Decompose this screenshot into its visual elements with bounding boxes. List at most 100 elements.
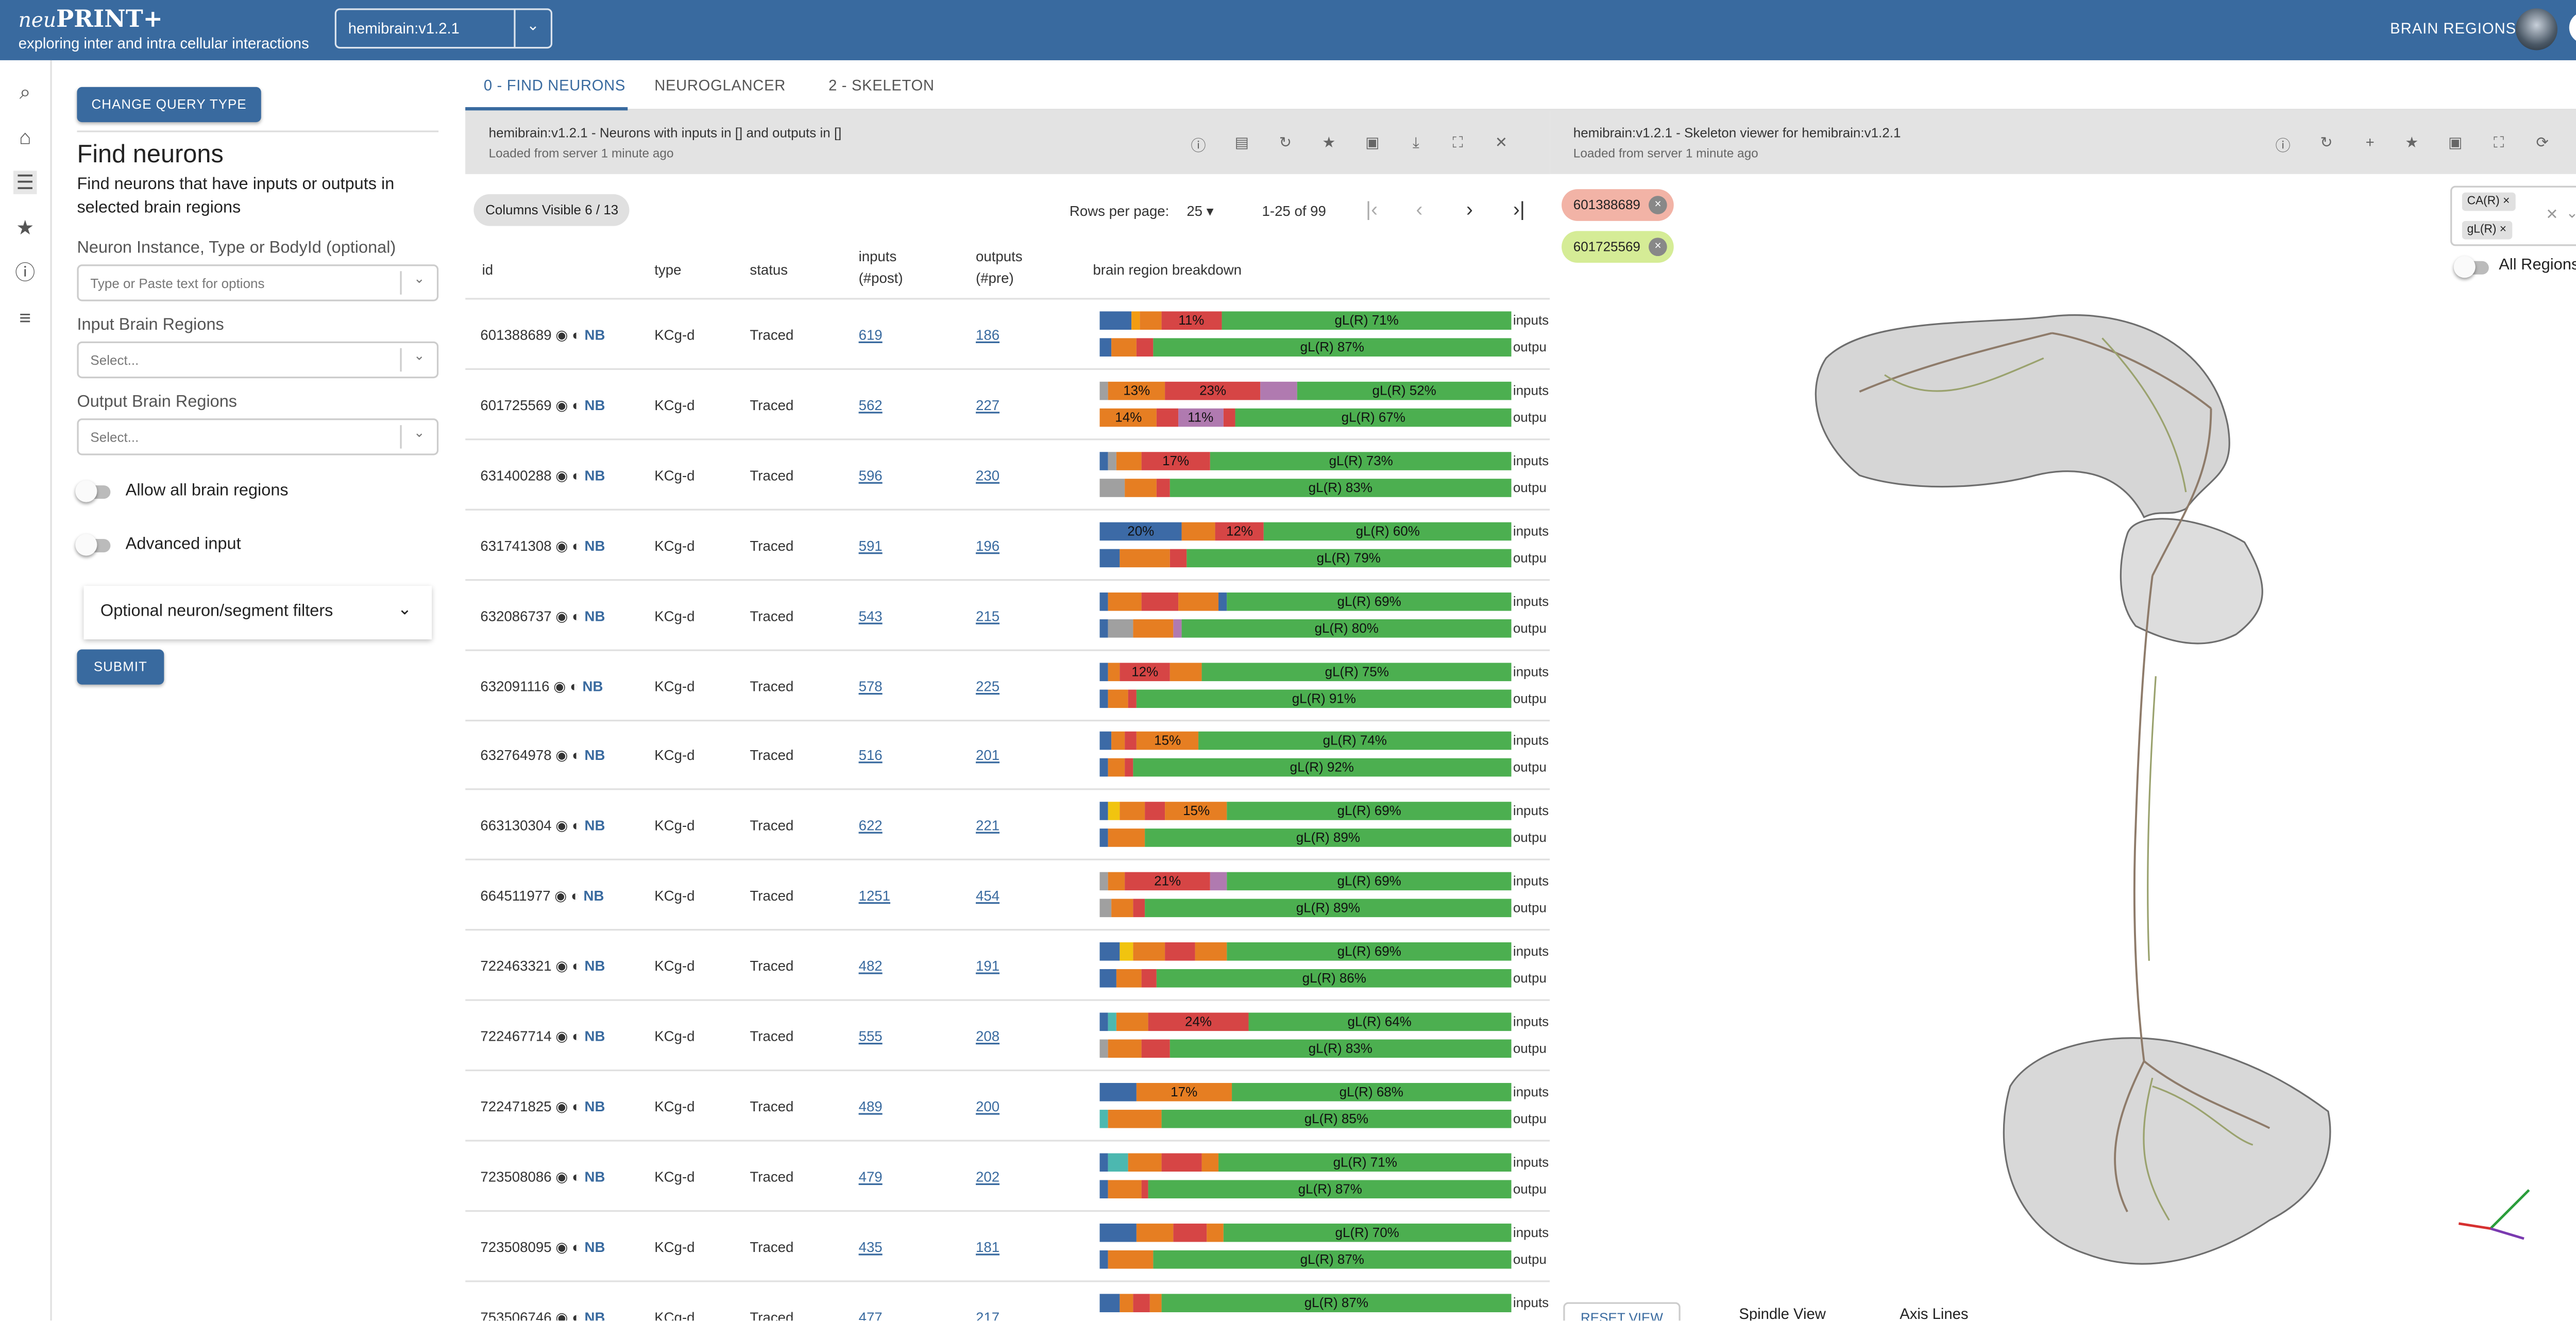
search-icon[interactable]: ⌕	[13, 80, 37, 104]
prev-page-icon[interactable]: ‹	[1416, 197, 1422, 221]
star-icon[interactable]: ★	[1320, 134, 1337, 153]
nb-link[interactable]: NB	[585, 817, 605, 834]
region-segment[interactable]: 14%	[1099, 408, 1158, 427]
nb-link[interactable]: NB	[585, 1168, 605, 1184]
eye-icon[interactable]: ◉	[555, 1308, 568, 1320]
neuroglancer-icon[interactable]: ◐	[570, 677, 579, 693]
region-segment[interactable]	[1099, 969, 1116, 988]
nb-link[interactable]: NB	[585, 747, 605, 764]
region-segment[interactable]	[1099, 338, 1112, 357]
region-segment[interactable]: gL(R) 80%	[1182, 618, 1512, 637]
input-regions-select[interactable]: Select... ⌄	[77, 341, 439, 379]
region-segment[interactable]	[1170, 548, 1187, 567]
region-segment[interactable]	[1174, 1223, 1207, 1242]
chevron-down-icon[interactable]: ⌄	[400, 271, 436, 295]
nb-link[interactable]: NB	[585, 537, 605, 553]
nb-link[interactable]: NB	[585, 607, 605, 623]
region-segment[interactable]: 12%	[1215, 521, 1264, 540]
region-segment[interactable]	[1149, 1293, 1162, 1312]
region-segment[interactable]	[1124, 732, 1137, 751]
inputs-link[interactable]: 596	[859, 467, 883, 483]
inputs-breakdown-bar[interactable]: gL(R) 69%	[1099, 942, 1512, 961]
region-segment[interactable]	[1099, 478, 1125, 497]
list-icon[interactable]: ≡	[13, 307, 37, 330]
region-segment[interactable]: gL(R) 70%	[1223, 1223, 1512, 1242]
region-segment[interactable]	[1116, 1012, 1149, 1031]
outputs-breakdown-bar[interactable]: gL(R) 87%	[1099, 1249, 1512, 1268]
tab-find-neurons[interactable]: 0 - FIND NEURONS	[484, 77, 625, 93]
region-segment[interactable]	[1099, 451, 1108, 470]
region-segment[interactable]	[1099, 1223, 1137, 1242]
region-segment[interactable]: 17%	[1141, 451, 1211, 470]
neuroglancer-icon[interactable]: ◐	[572, 397, 581, 413]
region-segment[interactable]	[1099, 802, 1108, 821]
first-page-icon[interactable]: |‹	[1366, 197, 1378, 221]
region-segment[interactable]	[1165, 942, 1195, 961]
region-chip[interactable]: CA(R) ×	[2462, 192, 2515, 211]
nb-link[interactable]: NB	[582, 677, 603, 693]
outputs-breakdown-bar[interactable]: gL(R) 86%	[1099, 969, 1512, 988]
nb-link[interactable]: NB	[585, 1098, 605, 1114]
region-segment[interactable]: gL(R) 69%	[1227, 872, 1512, 891]
region-segment[interactable]	[1099, 1179, 1108, 1198]
region-segment[interactable]	[1178, 591, 1219, 611]
region-segment[interactable]	[1108, 872, 1125, 891]
region-segment[interactable]	[1124, 478, 1158, 497]
neuroglancer-icon[interactable]: ◐	[572, 1238, 581, 1255]
outputs-breakdown-bar[interactable]: gL(R) 79%	[1099, 548, 1512, 567]
col-outputs[interactable]: outputs (#pre)	[976, 246, 1023, 290]
region-segment[interactable]	[1141, 591, 1178, 611]
region-segment[interactable]: gL(R) 87%	[1161, 1293, 1512, 1312]
region-segment[interactable]	[1099, 1109, 1108, 1128]
neuroglancer-icon[interactable]: ◐	[572, 747, 581, 764]
region-segment[interactable]	[1141, 969, 1158, 988]
info-icon[interactable]: ⓘ	[1190, 134, 1207, 156]
outputs-breakdown-bar[interactable]: gL(R) 91%	[1099, 688, 1512, 707]
region-segment[interactable]	[1112, 732, 1125, 751]
chevron-down-icon[interactable]: ⌄	[2566, 204, 2576, 223]
region-segment[interactable]: 11%	[1178, 408, 1224, 427]
info-icon[interactable]: ⓘ	[2275, 134, 2291, 156]
eye-icon[interactable]: ◉	[555, 607, 568, 623]
outputs-breakdown-bar[interactable]: gL(R) 87%	[1099, 338, 1512, 357]
region-segment[interactable]	[1120, 942, 1133, 961]
region-segment[interactable]: 11%	[1161, 311, 1222, 330]
region-segment[interactable]	[1120, 1293, 1133, 1312]
chevron-down-icon[interactable]: ⌄	[400, 425, 436, 449]
outputs-link[interactable]: 227	[976, 397, 999, 413]
inputs-breakdown-bar[interactable]: gL(R) 87%	[1099, 1293, 1512, 1312]
outputs-link[interactable]: 186	[976, 326, 999, 343]
region-segment[interactable]: gL(R) 79%	[1186, 548, 1512, 567]
eye-icon[interactable]: ◉	[554, 887, 567, 904]
region-segment[interactable]: gL(R) 69%	[1227, 591, 1512, 611]
eye-icon[interactable]: ◉	[555, 537, 568, 553]
region-segment[interactable]	[1116, 969, 1141, 988]
eye-icon[interactable]: ◉	[555, 817, 568, 834]
eye-icon[interactable]: ◉	[555, 1028, 568, 1044]
col-inputs[interactable]: inputs (#post)	[859, 246, 903, 290]
region-segment[interactable]	[1124, 758, 1133, 777]
region-segment[interactable]	[1099, 732, 1112, 751]
region-segment[interactable]	[1099, 758, 1108, 777]
inputs-breakdown-bar[interactable]: 15% gL(R) 74%	[1099, 732, 1512, 751]
region-segment[interactable]	[1108, 591, 1141, 611]
inputs-breakdown-bar[interactable]: 24% gL(R) 64%	[1099, 1012, 1512, 1031]
skeleton-3d-view[interactable]	[1550, 174, 2576, 1320]
region-segment[interactable]: gL(R) 86%	[1157, 969, 1512, 988]
region-segment[interactable]	[1157, 408, 1178, 427]
region-segment[interactable]	[1128, 1153, 1162, 1172]
inputs-link[interactable]: 477	[859, 1308, 883, 1320]
region-segment[interactable]: gL(R) 75%	[1202, 662, 1512, 681]
columns-visible-button[interactable]: Columns Visible 6 / 13	[473, 194, 630, 226]
inputs-link[interactable]: 591	[859, 537, 883, 553]
region-segment[interactable]: gL(R) 60%	[1264, 521, 1512, 540]
brain-regions-link[interactable]: BRAIN REGIONS	[2390, 20, 2516, 37]
chevron-down-icon[interactable]: ⌄	[400, 348, 436, 372]
outputs-breakdown-bar[interactable]: gL(R) 83%	[1099, 478, 1512, 497]
eye-icon[interactable]: ◉	[555, 1098, 568, 1114]
region-segment[interactable]	[1108, 1153, 1129, 1172]
outputs-link[interactable]: 181	[976, 1238, 999, 1255]
neuroglancer-icon[interactable]: ◐	[572, 467, 581, 483]
github-icon[interactable]	[2569, 11, 2576, 44]
last-page-icon[interactable]: ›|	[1513, 197, 1525, 221]
